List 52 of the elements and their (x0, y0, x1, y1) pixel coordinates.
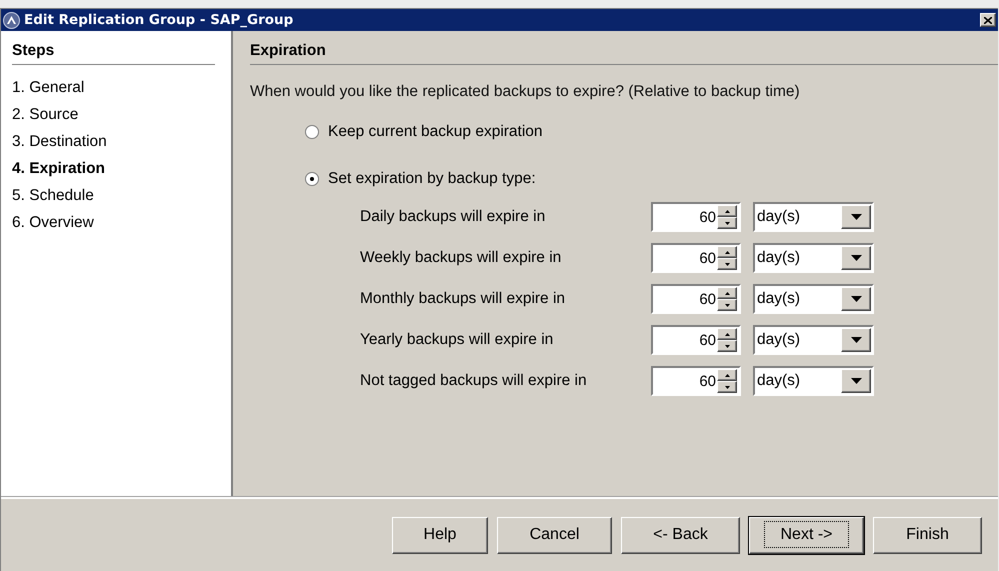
number-spinner[interactable]: 60 (651, 366, 741, 396)
down-arrow-icon[interactable] (724, 386, 730, 388)
number-spinner[interactable]: 60 (651, 243, 741, 273)
number-spinner[interactable]: 60 (651, 202, 741, 232)
unit-dropdown[interactable]: day(s) (753, 243, 874, 273)
row-label: Not tagged backups will expire in (360, 372, 588, 390)
dialog-button[interactable]: Finish (873, 516, 982, 554)
radio-label: Set expiration by backup type: (328, 170, 536, 188)
dropdown-arrow-icon[interactable] (850, 378, 862, 384)
step-item[interactable]: 1. General (12, 79, 215, 97)
row-label: Monthly backups will expire in (360, 290, 566, 308)
section-heading: Expiration (250, 39, 998, 65)
unit-dropdown[interactable]: day(s) (753, 202, 874, 232)
dropdown-arrow-icon[interactable] (850, 255, 862, 261)
unit-dropdown[interactable]: day(s) (753, 325, 874, 355)
dropdown-arrow-icon[interactable] (850, 214, 862, 220)
dialog-button[interactable]: Help (392, 516, 488, 554)
step-item[interactable]: 6. Overview (12, 214, 215, 232)
radio-button[interactable] (305, 172, 319, 186)
up-arrow-icon[interactable] (724, 292, 730, 294)
app-logo-icon (3, 12, 20, 28)
dialog-button[interactable]: Cancel (497, 516, 612, 554)
unit-dropdown[interactable]: day(s) (753, 366, 874, 396)
window-title: Edit Replication Group - SAP_Group (24, 12, 294, 28)
up-arrow-icon[interactable] (724, 250, 730, 254)
row-label: Daily backups will expire in (360, 208, 546, 226)
step-item[interactable]: 2. Source (12, 106, 215, 124)
row-label: Weekly backups will expire in (360, 249, 562, 267)
question-text: When would you like the replicated backups to expire? (Relative to backup time) (250, 83, 801, 101)
number-spinner[interactable]: 60 (651, 284, 741, 314)
dialog-button[interactable]: <- Back (621, 516, 740, 554)
radio-button[interactable] (305, 125, 319, 139)
step-item[interactable]: 5. Schedule (12, 187, 215, 205)
row-label: Yearly backups will expire in (360, 331, 554, 349)
down-arrow-icon[interactable] (724, 222, 730, 224)
step-item[interactable]: 4. Expiration (12, 160, 215, 178)
up-arrow-icon[interactable] (724, 210, 730, 212)
unit-dropdown[interactable]: day(s) (753, 284, 874, 314)
step-item[interactable]: 3. Destination (12, 133, 215, 151)
close-button[interactable] (980, 13, 996, 27)
dropdown-arrow-icon[interactable] (850, 296, 862, 302)
steps-heading: Steps (12, 39, 215, 65)
up-arrow-icon[interactable] (724, 374, 730, 376)
radio-label: Keep current backup expiration (328, 123, 543, 141)
number-spinner[interactable]: 60 (651, 325, 741, 355)
up-arrow-icon[interactable] (724, 332, 730, 336)
down-arrow-icon[interactable] (724, 262, 730, 266)
down-arrow-icon[interactable] (724, 344, 730, 348)
dialog-button[interactable]: Next -> (749, 516, 864, 554)
dropdown-arrow-icon[interactable] (850, 337, 862, 343)
down-arrow-icon[interactable] (724, 304, 730, 306)
close-icon (984, 16, 992, 24)
